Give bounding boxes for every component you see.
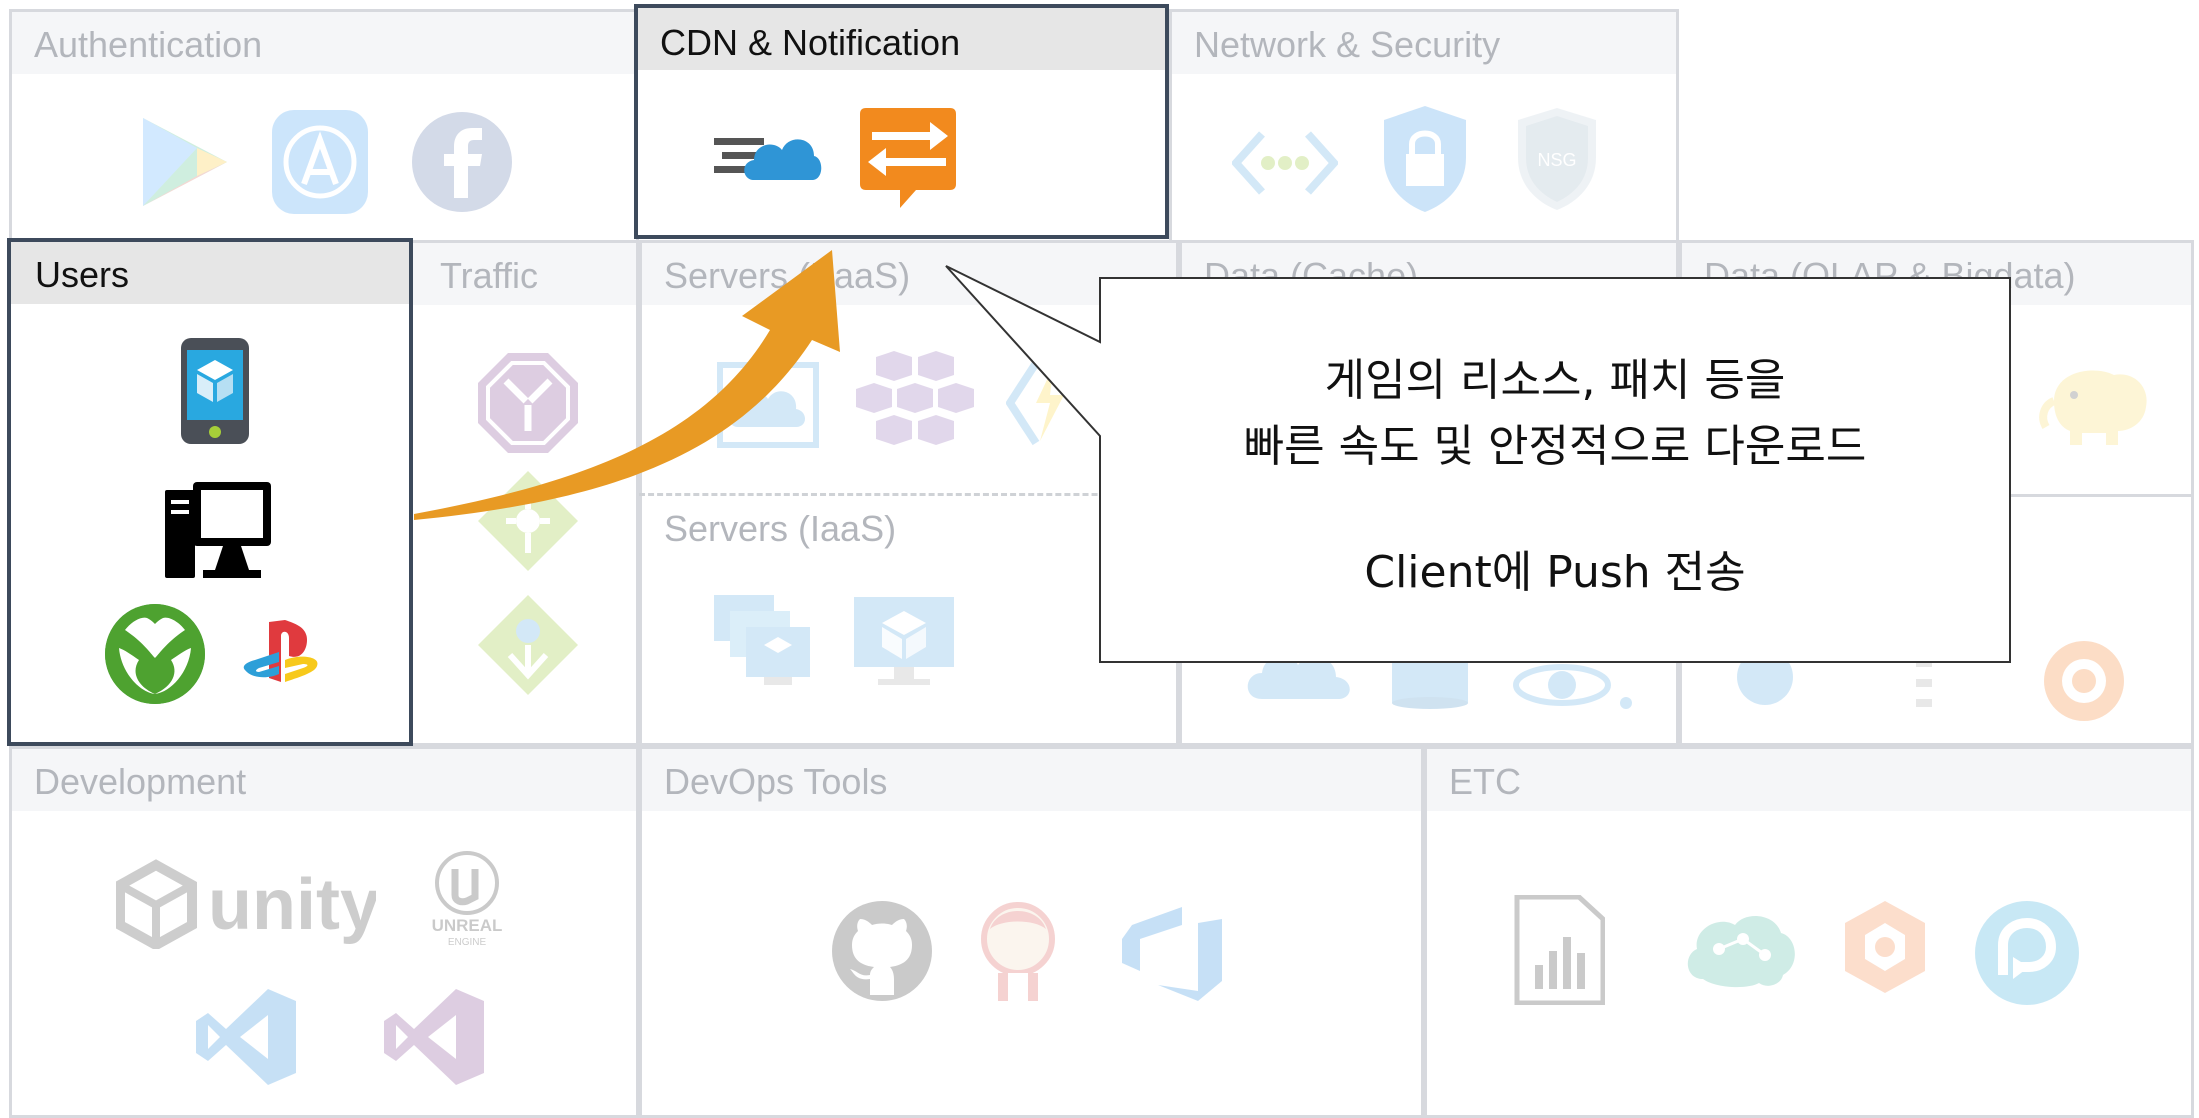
data-olap-panel: Data (OLAP & Bigdata) [1679, 240, 2194, 746]
users-panel: Users [7, 238, 413, 746]
desktop-pc-icon [165, 482, 271, 578]
app-service-icon [717, 362, 819, 448]
cdn-notification-title: CDN & Notification [660, 22, 961, 63]
callout-line-2: 빠른 속도 및 안정적으로 다운로드 [1243, 421, 1867, 472]
security-lock-icon [1384, 106, 1466, 212]
backup-icon [1975, 901, 2079, 1005]
sql-database-icon [1392, 654, 1468, 709]
jenkins-icon [981, 902, 1055, 1001]
authentication-panel: Authentication [9, 9, 639, 243]
power-bi-icon [1514, 895, 1605, 1005]
paas-iaas-divider [639, 493, 1179, 496]
development-panel: Development unity UNREAL ENGINE [9, 746, 639, 1118]
traffic-title: Traffic [440, 255, 539, 296]
unreal-engine-logo: UNREAL ENGINE [432, 851, 503, 948]
app-store-icon [272, 110, 368, 214]
application-gateway-icon [478, 595, 578, 695]
unity-logo: unity [116, 859, 376, 949]
development-title: Development [34, 761, 247, 802]
network-security-title: Network & Security [1194, 24, 1501, 65]
vm-scale-set-icon [714, 595, 810, 685]
cdn-cloud-icon [714, 138, 822, 180]
panel-header [1427, 749, 2191, 811]
load-balancer-icon [478, 353, 578, 453]
unity-label: unity [208, 865, 376, 945]
callout-line-1: 게임의 리소스, 패치 등을 [1324, 355, 1786, 406]
visual-studio-icon [384, 989, 484, 1085]
functions-icon [1006, 360, 1064, 446]
etc-panel: ETC [1424, 746, 2194, 1118]
etc-title: ETC [1449, 761, 1521, 802]
authentication-title: Authentication [34, 24, 263, 65]
notification-hub-icon [860, 108, 956, 208]
data-cache-panel: Data (Cache) [1179, 240, 1679, 746]
visual-studio-code-icon [196, 989, 296, 1085]
app-insights-icon [1845, 901, 1925, 993]
data-cache-title: Data (Cache) [1204, 255, 1419, 296]
event-stream-icon [1916, 659, 1932, 707]
playstation-icon [243, 620, 318, 682]
callout-line-3: Client에 Push 전송 [1364, 547, 1746, 598]
traffic-panel: Traffic [409, 240, 639, 746]
virtual-network-icon [1232, 131, 1338, 195]
grafana-icon [2044, 641, 2124, 721]
mobile-device-icon [181, 338, 249, 444]
xbox-icon [105, 604, 205, 704]
unreal-label: UNREAL [432, 916, 503, 935]
cloud-storage-icon [1247, 655, 1350, 699]
traffic-manager-icon [478, 471, 578, 571]
google-play-icon [143, 118, 227, 206]
devops-tools-panel: DevOps Tools [639, 746, 1424, 1118]
azure-devops-icon [1122, 907, 1222, 1001]
devops-tools-title: DevOps Tools [664, 761, 888, 802]
cognitive-services-icon [1687, 915, 1795, 988]
nsg-label: NSG [1537, 150, 1576, 170]
hadoop-elephant-icon [2039, 370, 2147, 445]
olap-divider [1682, 494, 2191, 497]
cdn-notification-panel: CDN & Notification [634, 4, 1169, 239]
servers-iaas-title: Servers (IaaS) [664, 508, 897, 549]
nsg-icon: NSG [1518, 108, 1596, 210]
users-title: Users [35, 254, 130, 295]
virtual-machine-icon [854, 597, 954, 685]
data-olap-title: Data (OLAP & Bigdata) [1704, 255, 2076, 296]
unreal-engine-label: ENGINE [448, 937, 487, 948]
github-icon [832, 901, 932, 1001]
cosmos-db-icon [1513, 664, 1632, 709]
facebook-icon [412, 112, 512, 212]
servers-paas-title: Servers (PaaS) [664, 255, 911, 296]
network-security-panel: Network & Security NSG [1169, 9, 1679, 243]
kubernetes-cluster-icon [856, 351, 974, 445]
globe-analytics-icon [1737, 649, 1793, 705]
